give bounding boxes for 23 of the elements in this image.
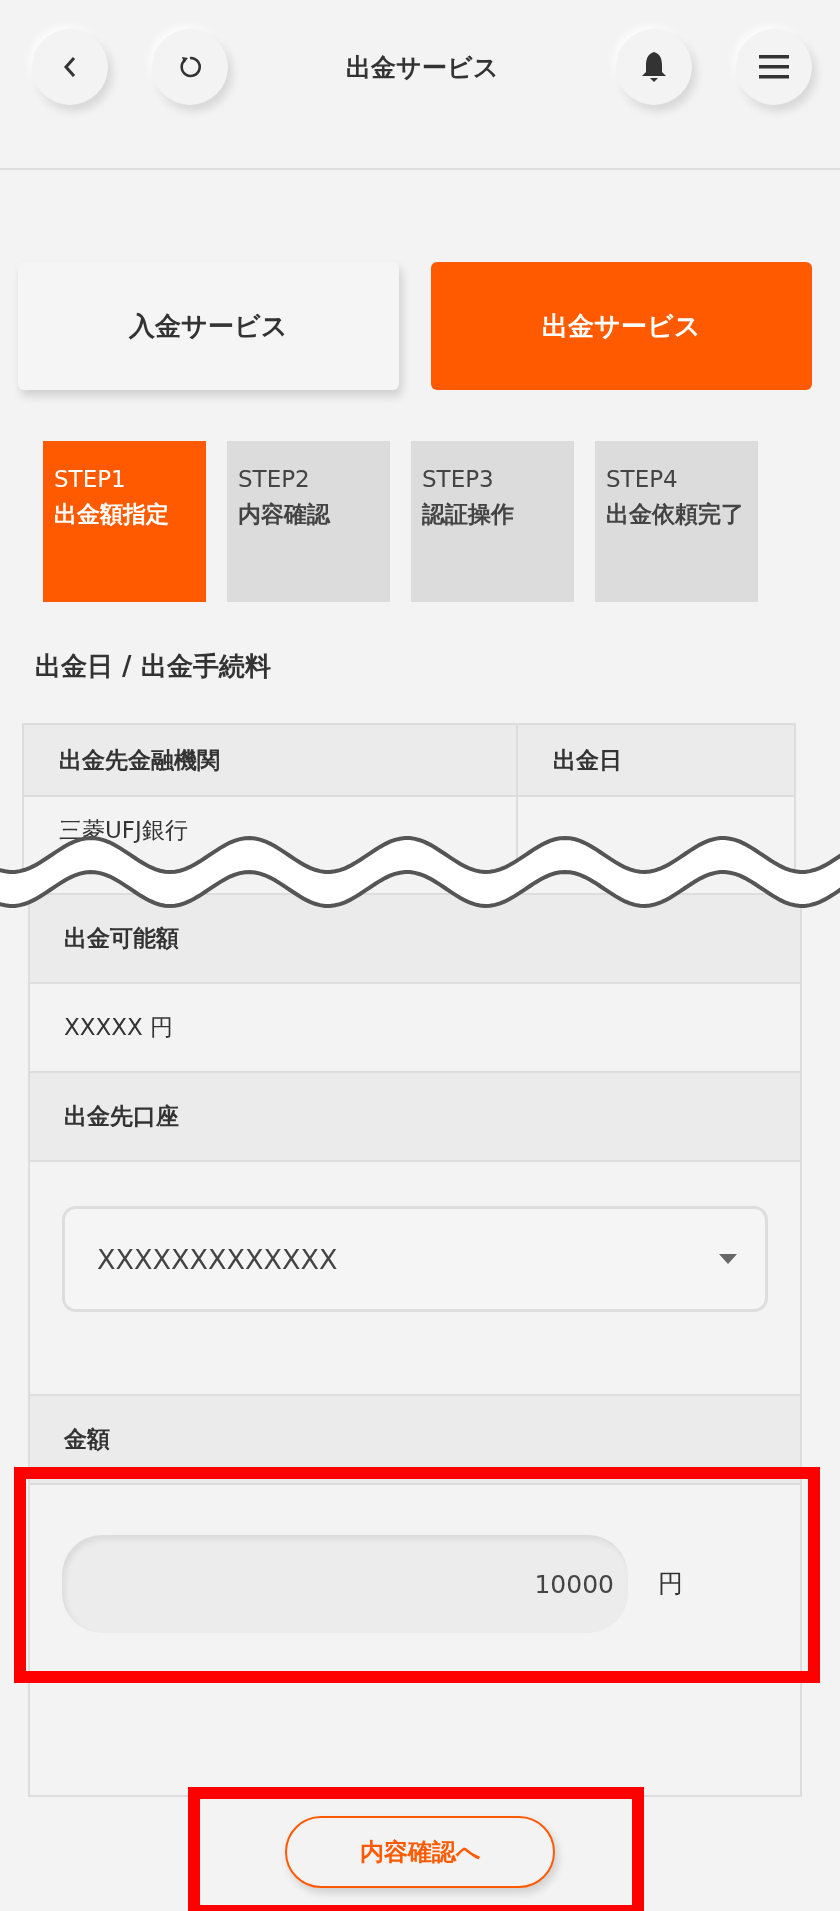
back-icon — [62, 55, 78, 79]
form-label: 出金先口座 — [30, 1073, 800, 1162]
refresh-icon — [177, 54, 203, 80]
account-select[interactable]: XXXXXXXXXXXXX — [62, 1206, 768, 1312]
step-number: STEP4 — [606, 465, 678, 494]
step-label: 出金依頼完了 — [606, 500, 744, 529]
table-header-cell-text: 出金日 — [552, 745, 623, 775]
section-title: 出金日 / 出金手続料 — [35, 650, 272, 683]
service-tab[interactable]: 入金サービス — [18, 262, 399, 390]
step-label: 出金額指定 — [54, 500, 169, 529]
page-title: 出金サービス — [344, 51, 500, 84]
step-number: STEP2 — [238, 465, 310, 494]
step-label: 内容確認 — [238, 500, 330, 529]
step-number: STEP3 — [422, 465, 494, 494]
dropdown-caret-icon — [719, 1254, 737, 1264]
select-value: XXXXXXXXXXXXX — [97, 1243, 338, 1275]
form-label: 出金可能額 — [30, 895, 800, 984]
currency-unit: 円 — [658, 1568, 683, 1600]
amount-input[interactable]: 10000 — [62, 1535, 628, 1633]
step-label: 認証操作 — [422, 500, 514, 529]
menu-icon — [759, 53, 789, 81]
table-header-cell: 出金先金融機関 — [24, 725, 518, 795]
step-number: STEP1 — [54, 465, 126, 494]
